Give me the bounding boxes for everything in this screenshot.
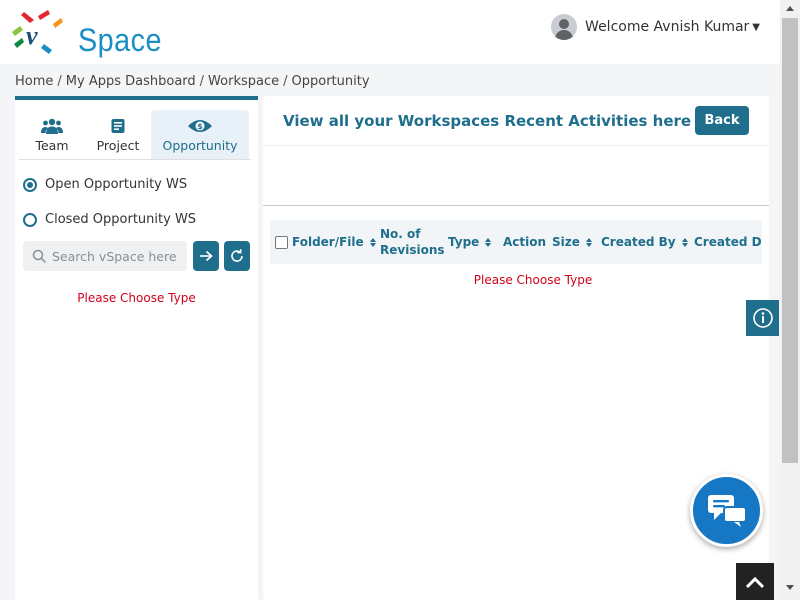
user-menu[interactable]: Welcome Avnish Kumar ▼ [551,14,760,40]
tab-project[interactable]: Project [85,110,151,159]
sort-icon[interactable] [485,237,492,247]
column-action: Action [503,220,546,264]
scroll-down-icon[interactable] [786,585,794,590]
column-revisions[interactable]: No. of Revisions [380,220,450,264]
divider [263,205,769,206]
column-created-date[interactable]: Created Da [694,220,762,264]
column-label: Size [552,235,580,249]
table-header: Folder/File No. of Revisions Type Action… [270,220,762,264]
breadcrumb-workspace[interactable]: Workspace [208,74,279,89]
tab-opportunity[interactable]: $ Opportunity [151,110,249,159]
radio-button-checked[interactable] [23,177,37,192]
tab-team[interactable]: Team [19,110,85,159]
panel-title: View all your Workspaces Recent Activiti… [283,112,692,130]
column-folder-file[interactable]: Folder/File [275,220,376,264]
vspace-logo[interactable]: v Space [10,8,161,60]
breadcrumb-separator: / [57,74,62,89]
search-icon [32,249,46,263]
tab-project-label: Project [96,138,140,153]
info-icon [752,308,773,328]
divider [263,145,769,146]
top-header: v Space Welcome Avnish Kumar ▼ [0,0,780,64]
column-label: Action [503,235,547,249]
search-go-button[interactable] [193,241,219,271]
project-icon [111,119,125,133]
radio-label: Open Opportunity WS [45,177,188,192]
svg-text:v: v [26,21,38,50]
breadcrumb-home[interactable]: Home [15,74,53,89]
radio-button[interactable] [23,212,37,227]
select-all-checkbox[interactable] [275,235,288,249]
breadcrumb-separator: / [283,74,288,89]
search-input[interactable] [52,248,182,264]
column-type[interactable]: Type [448,220,492,264]
scroll-up-icon[interactable] [786,6,794,11]
sort-icon[interactable] [369,237,376,247]
workspace-type-panel: Team Project $ Opportunity Open Opportun… [15,96,258,600]
column-label: Type [448,235,480,249]
radio-label: Closed Opportunity WS [45,212,197,227]
logo-text: Space [78,22,162,58]
refresh-button[interactable] [224,241,250,271]
choose-type-message: Please Choose Type [473,273,593,287]
tab-team-label: Team [35,138,69,153]
tab-opportunity-label: Opportunity [162,138,238,153]
column-created-by[interactable]: Created By [601,220,688,264]
search-box [23,241,187,271]
caret-down-icon: ▼ [752,21,760,33]
refresh-icon [231,249,243,262]
back-button[interactable]: Back [695,106,749,135]
vspace-logo-mark: v [12,10,63,54]
breadcrumb-dashboard[interactable]: My Apps Dashboard [66,74,196,89]
back-to-top-button[interactable] [736,563,774,600]
welcome-text: Welcome Avnish Kumar [585,19,750,35]
column-label: Folder/File [292,235,364,249]
chat-button[interactable] [690,474,763,547]
breadcrumb-separator: / [199,74,205,89]
breadcrumb: Home / My Apps Dashboard / Workspace / O… [15,74,370,89]
page-scrollbar[interactable] [780,0,800,600]
info-tab[interactable] [746,300,779,336]
team-icon [41,118,63,134]
column-label: No. of Revisions [380,227,445,257]
chat-icon [707,494,747,527]
breadcrumb-opportunity: Opportunity [291,74,370,89]
column-size[interactable]: Size [552,220,592,264]
column-label: Created By [601,235,676,249]
radio-open-opportunity[interactable]: Open Opportunity WS [23,177,187,192]
avatar [551,14,578,40]
scrollbar-thumb[interactable] [782,18,798,463]
sort-icon[interactable] [681,237,688,247]
workspace-tabs: Team Project $ Opportunity [19,110,251,160]
sort-icon[interactable] [585,237,592,247]
radio-closed-opportunity[interactable]: Closed Opportunity WS [23,212,196,227]
chevron-up-icon [745,576,765,588]
column-label: Created Da [694,235,762,249]
svg-text:$: $ [197,122,203,131]
eye-icon: $ [188,120,212,132]
choose-type-message: Please Choose Type [77,291,196,305]
arrow-right-icon [200,250,213,262]
